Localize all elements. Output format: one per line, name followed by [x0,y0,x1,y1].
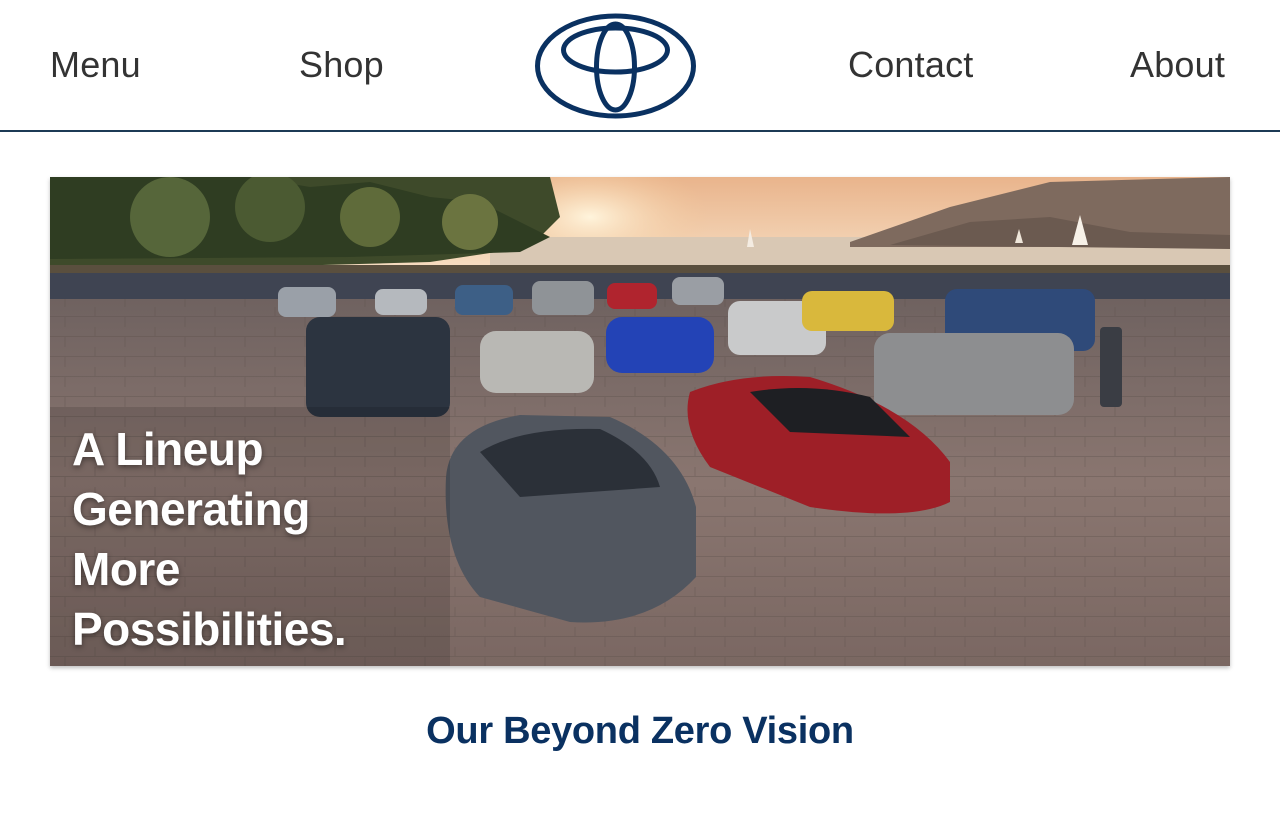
nav-shop-link[interactable]: Shop [299,44,384,86]
nav-about-link[interactable]: About [1130,44,1225,86]
section-title: Our Beyond Zero Vision [426,710,854,752]
nav-contact-link[interactable]: Contact [848,44,973,86]
toyota-logo-icon[interactable] [534,13,697,119]
hero-banner[interactable]: A Lineup Generating More Possibilities. [50,177,1230,666]
hero-title: A Lineup Generating More Possibilities. [72,423,347,655]
nav-menu-link[interactable]: Menu [50,44,141,86]
site-header: Menu Shop Contact About [0,0,1280,132]
